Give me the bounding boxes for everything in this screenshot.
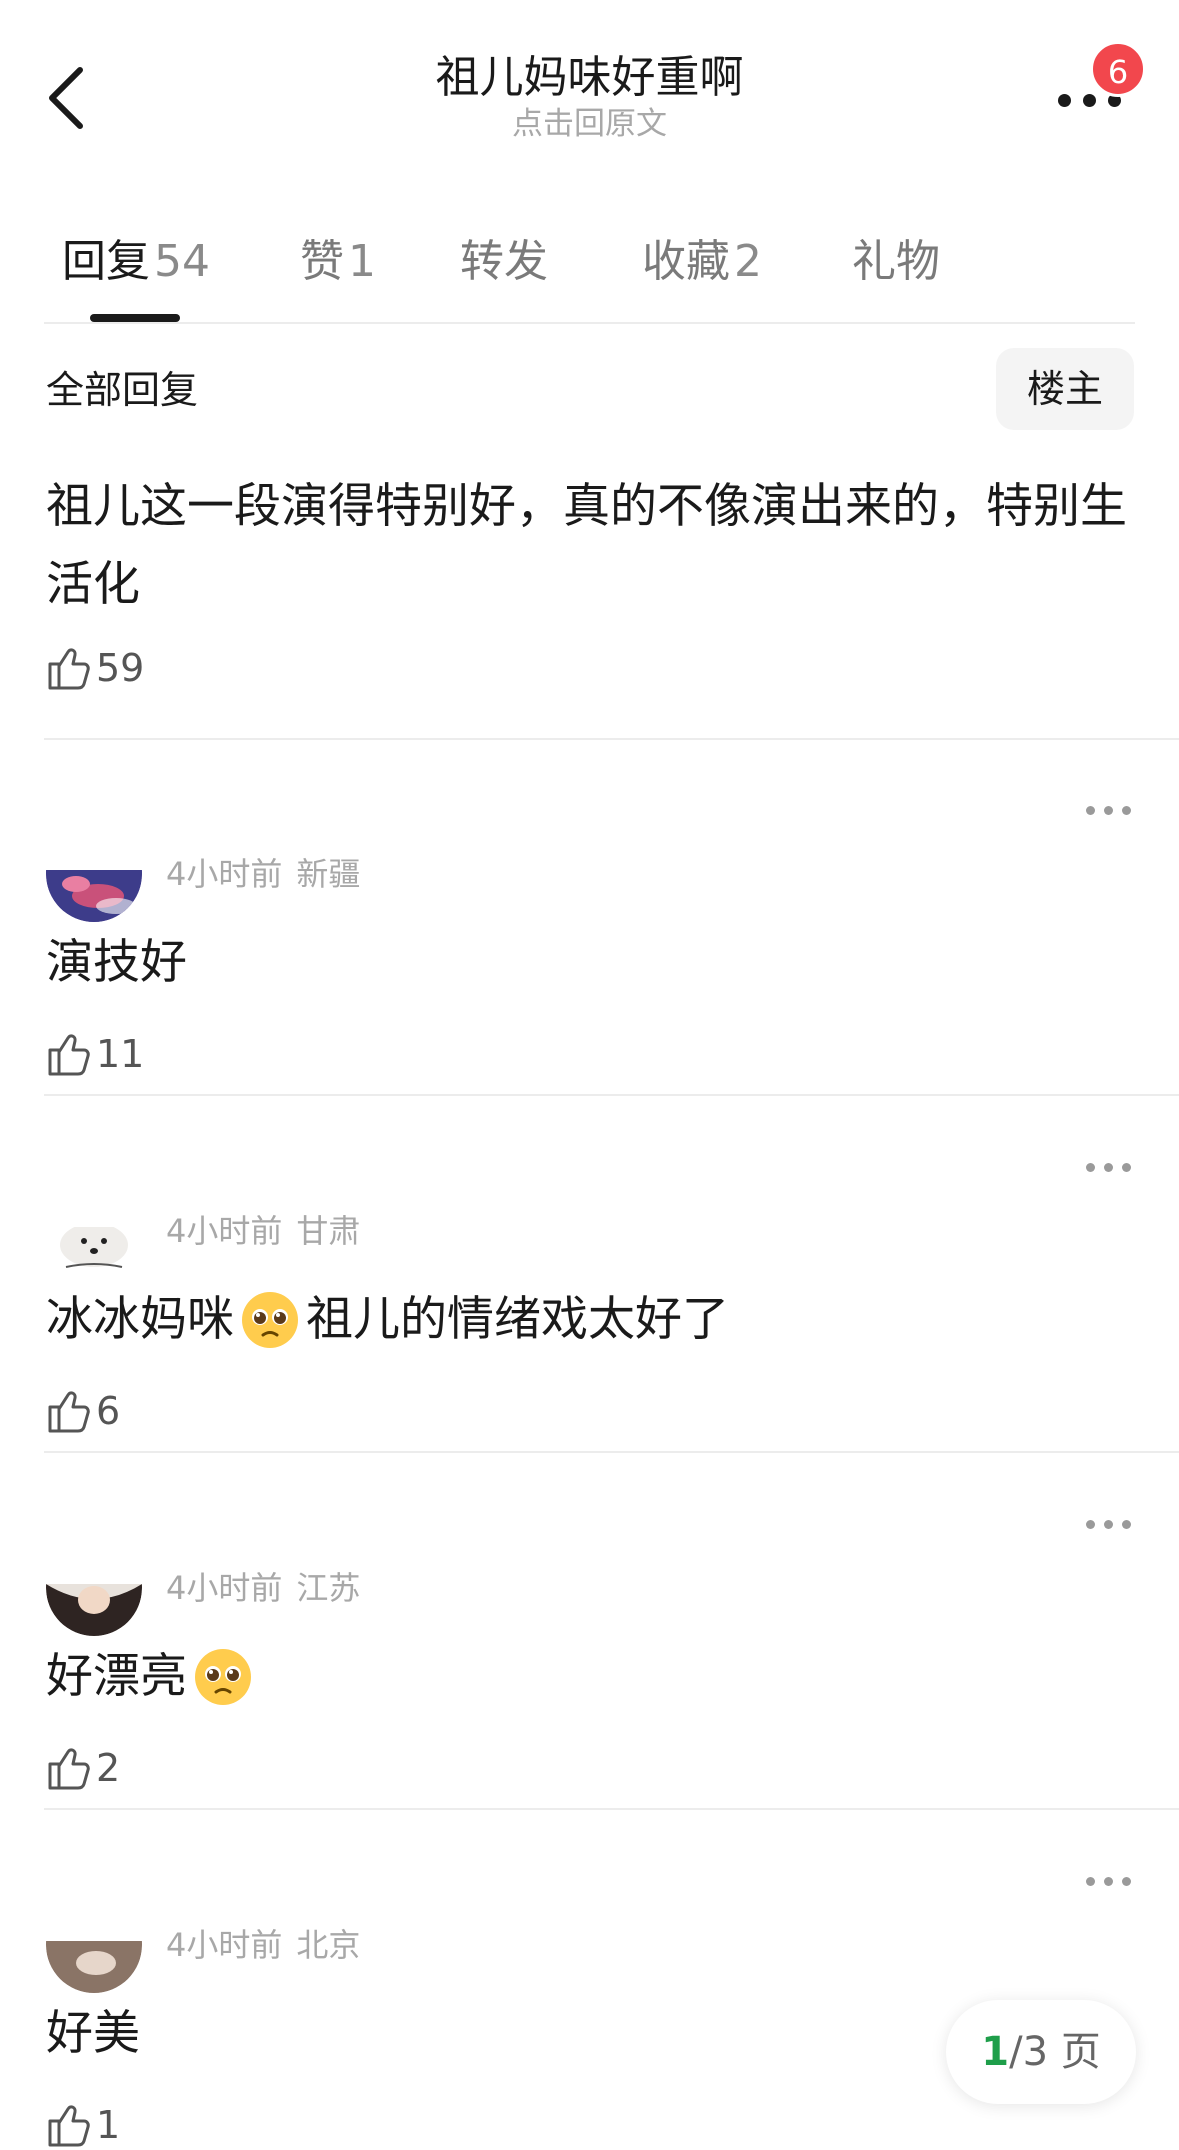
comment-like-count: 11 <box>96 1032 145 1076</box>
thumbs-up-icon <box>48 1034 90 1076</box>
more-dots-icon <box>1086 1520 1095 1529</box>
thumbs-up-icon <box>48 2105 90 2147</box>
more-dots-icon <box>1058 94 1071 107</box>
comment-time: 4小时前 <box>166 855 283 893</box>
thumbs-up-icon <box>48 1748 90 1790</box>
comment-text: 演技好 <box>46 935 187 990</box>
comment-meta: 4小时前 新疆 <box>166 852 360 896</box>
comments-page: 祖儿妈味好重啊 点击回原文 6 回复54 赞1 转发 收藏2 礼物 全部回复 楼… <box>0 0 1179 2150</box>
tab-gifts[interactable]: 礼物 <box>852 232 940 292</box>
comment-location: 北京 <box>296 1926 361 1964</box>
tabs-divider <box>44 322 1135 324</box>
comment-time: 4小时前 <box>166 1212 283 1250</box>
divider <box>44 1094 1179 1096</box>
comment-item: 4小时前 甘肃 冰冰妈咪 祖儿的情绪戏太好了 6 <box>0 1097 1179 1453</box>
comment-like-button[interactable]: 11 <box>46 1026 144 1082</box>
comment-like-count: 2 <box>96 1746 121 1790</box>
comment-like-button[interactable]: 6 <box>46 1383 120 1439</box>
tab-replies[interactable]: 回复54 <box>62 232 210 292</box>
tab-replies-count: 54 <box>154 236 210 287</box>
comment-time: 4小时前 <box>166 1569 283 1607</box>
main-post-like-count: 59 <box>96 646 145 690</box>
avatar[interactable] <box>46 1584 142 1636</box>
top-bar: 祖儿妈味好重啊 点击回原文 6 <box>0 0 1179 160</box>
tab-reposts[interactable]: 转发 <box>460 232 548 292</box>
total-pages: /3 页 <box>1009 2029 1101 2075</box>
comment-more-button[interactable] <box>1084 1873 1134 1893</box>
comment-meta: 4小时前 北京 <box>166 1923 360 1967</box>
pleading-face-emoji-icon <box>242 1292 298 1348</box>
comment-location: 甘肃 <box>296 1212 361 1250</box>
tab-favorites[interactable]: 收藏2 <box>642 232 762 292</box>
more-dots-icon <box>1086 806 1095 815</box>
thumbs-up-icon <box>48 1391 90 1433</box>
comment-text: 好漂亮 <box>46 1644 259 1710</box>
comment-item: 4小时前 江苏 好漂亮 2 <box>0 1454 1179 1810</box>
avatar[interactable] <box>46 1227 142 1279</box>
tab-likes[interactable]: 赞1 <box>300 232 376 292</box>
comment-more-button[interactable] <box>1084 1516 1134 1536</box>
comment-like-count: 1 <box>96 2103 121 2147</box>
page-indicator[interactable]: 1/3 页 <box>946 2000 1136 2104</box>
avatar[interactable] <box>46 1941 142 1993</box>
thumbs-up-icon <box>48 648 90 690</box>
more-dots-icon <box>1086 1877 1095 1886</box>
tab-favorites-count: 2 <box>734 236 762 287</box>
comment-location: 江苏 <box>296 1569 361 1607</box>
comment-meta: 4小时前 江苏 <box>166 1566 360 1610</box>
avatar[interactable] <box>46 870 142 922</box>
pleading-face-emoji-icon <box>195 1649 251 1705</box>
comment-like-button[interactable]: 2 <box>46 1740 120 1796</box>
comment-location: 新疆 <box>296 855 361 893</box>
current-page: 1 <box>981 2029 1010 2075</box>
comment-meta: 4小时前 甘肃 <box>166 1209 360 1253</box>
comment-text: 好美 <box>46 2006 140 2061</box>
main-post-text: 祖儿这一段演得特别好，真的不像演出来的，特别生活化 <box>46 479 1127 612</box>
comment-time: 4小时前 <box>166 1926 283 1964</box>
more-dots-icon <box>1086 1163 1095 1172</box>
comment-more-button[interactable] <box>1084 802 1134 822</box>
tab-likes-count: 1 <box>348 236 376 287</box>
notification-badge: 6 <box>1090 41 1146 97</box>
comment-text: 冰冰妈咪 祖儿的情绪戏太好了 <box>46 1287 729 1353</box>
page-title: 祖儿妈味好重啊 <box>435 52 744 103</box>
divider <box>44 1451 1179 1453</box>
op-only-button[interactable]: 楼主 <box>996 348 1134 430</box>
divider <box>44 1808 1179 1810</box>
active-tab-indicator <box>90 314 180 322</box>
comment-like-count: 6 <box>96 1389 121 1433</box>
tab-bar: 回复54 赞1 转发 收藏2 礼物 <box>0 222 1179 322</box>
main-post-like-button[interactable]: 59 <box>46 640 144 696</box>
comment-like-button[interactable]: 1 <box>46 2097 120 2150</box>
all-replies-label: 全部回复 <box>46 368 199 412</box>
comment-more-button[interactable] <box>1084 1159 1134 1179</box>
comment-item: 4小时前 新疆 演技好 11 <box>0 740 1179 1096</box>
back-to-original-link[interactable]: 点击回原文 <box>0 104 1179 144</box>
